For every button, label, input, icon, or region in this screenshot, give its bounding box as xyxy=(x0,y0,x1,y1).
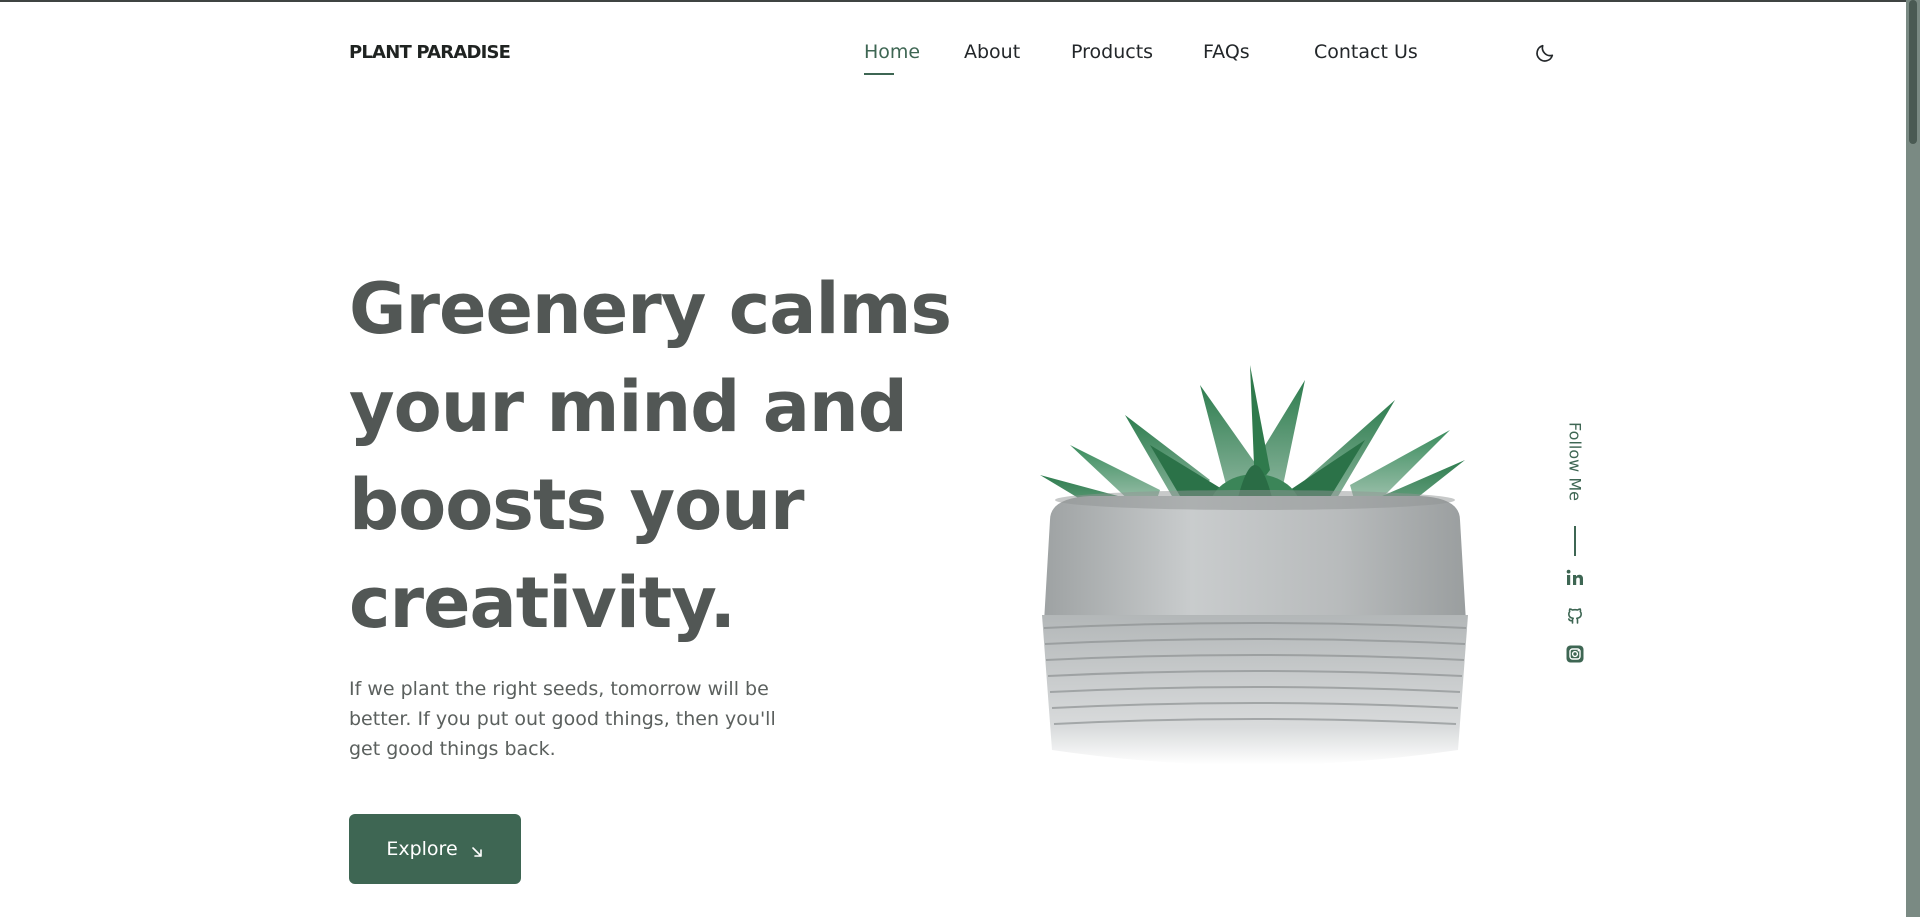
social-links: Follow Me xyxy=(1554,410,1596,680)
hero-title-line: creativity. xyxy=(349,562,736,644)
follow-me-label: Follow Me xyxy=(1565,422,1585,501)
header: PLANT PARADISE Home About Products FAQs … xyxy=(349,30,1559,76)
logo[interactable]: PLANT PARADISE xyxy=(349,42,511,63)
top-border xyxy=(0,0,1920,2)
linkedin-icon[interactable] xyxy=(1565,568,1585,588)
github-icon[interactable] xyxy=(1565,606,1585,626)
explore-button-label: Explore xyxy=(386,838,458,860)
follow-divider xyxy=(1574,526,1576,556)
arrow-down-right-icon xyxy=(470,842,484,857)
hero-description: If we plant the right seeds, tomorrow wi… xyxy=(349,678,776,760)
nav-faqs[interactable]: FAQs xyxy=(1203,41,1250,63)
explore-button[interactable]: Explore xyxy=(349,814,521,884)
moon-icon[interactable] xyxy=(1534,42,1556,64)
nav-products[interactable]: Products xyxy=(1071,41,1153,63)
hero-title-line: boosts your xyxy=(349,464,805,546)
scrollbar-thumb[interactable] xyxy=(1909,0,1917,144)
hero-title-line: Greenery calms xyxy=(349,268,952,350)
nav-contact-us[interactable]: Contact Us xyxy=(1314,41,1418,63)
nav-about[interactable]: About xyxy=(964,41,1020,63)
succulent-pot-image xyxy=(1030,360,1480,780)
hero-title: Greenery calms your mind and boosts your… xyxy=(349,260,969,652)
instagram-icon[interactable] xyxy=(1565,644,1585,664)
page-scrollbar[interactable] xyxy=(1906,0,1920,917)
hero-title-line: your mind and xyxy=(349,366,908,448)
nav-home[interactable]: Home xyxy=(864,41,920,75)
